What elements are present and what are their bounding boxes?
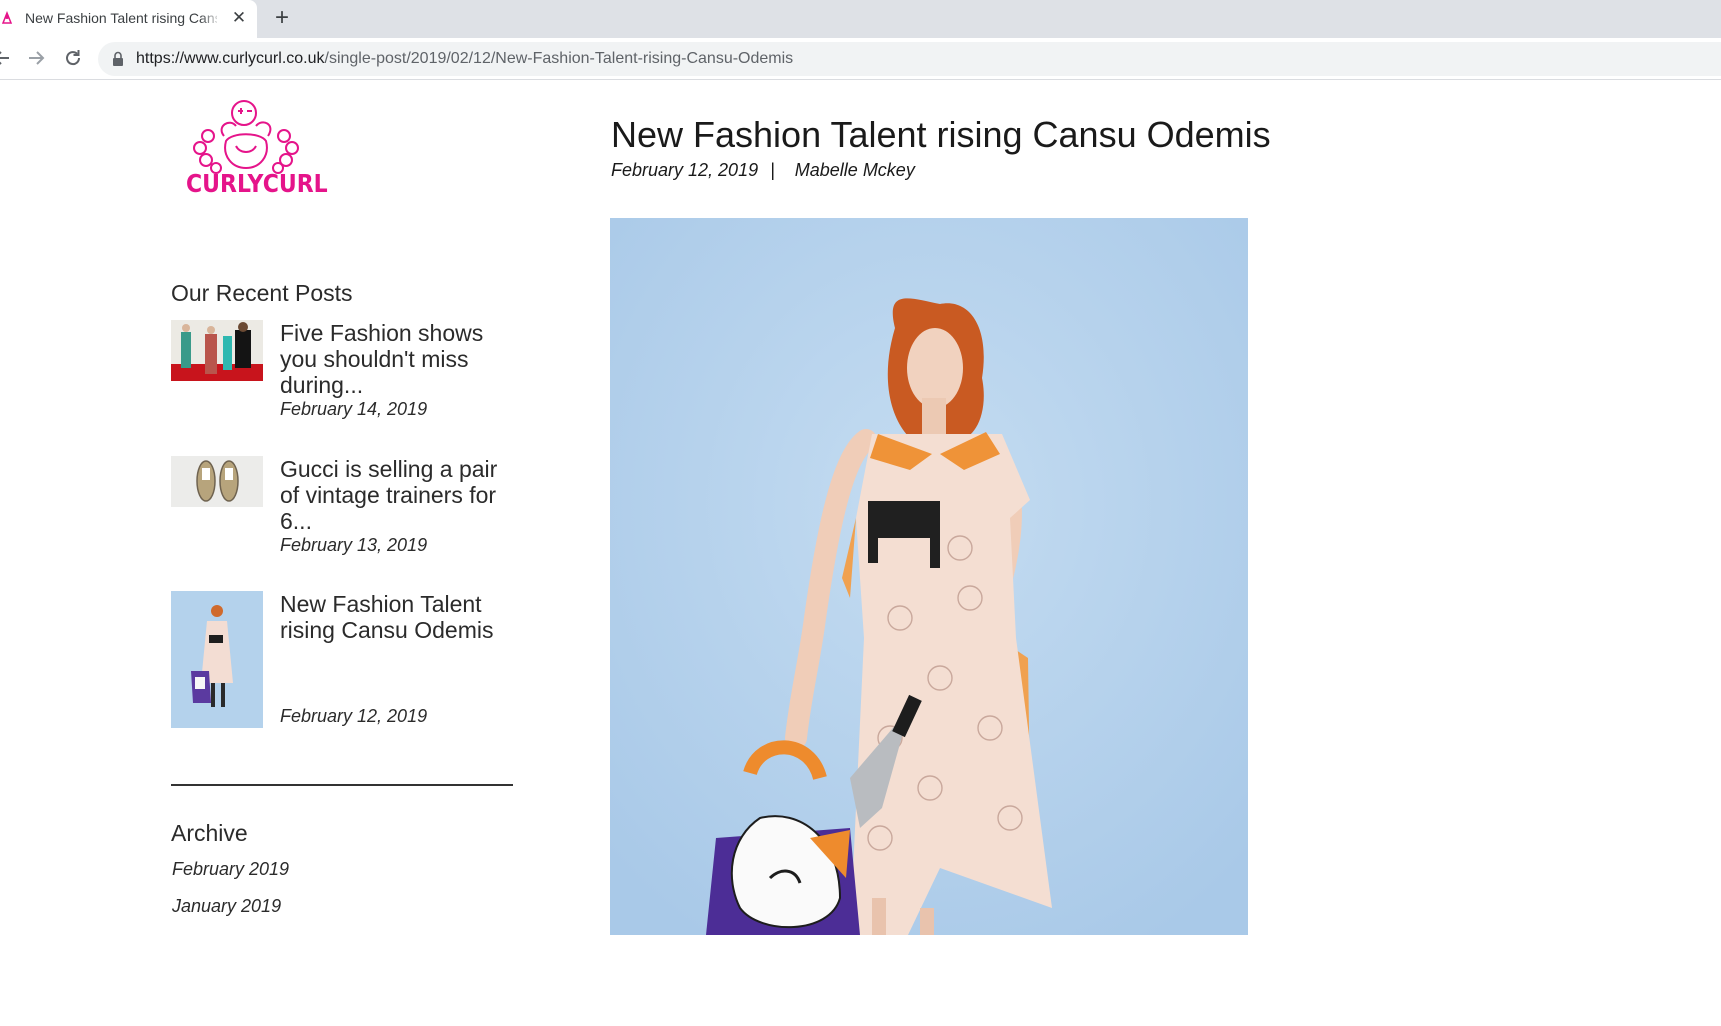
post-date: February 13, 2019 [280, 535, 428, 555]
meta-separator: | [770, 160, 775, 180]
post-title[interactable]: Five Fashion shows you shouldn't miss du… [280, 320, 516, 398]
archive-link-january-2019[interactable]: January 2019 [172, 896, 281, 917]
recent-post-item[interactable]: Gucci is selling a pair of vintage train… [171, 456, 516, 556]
recent-post-item[interactable]: New Fashion Talent rising Cansu Odemis F… [171, 591, 516, 731]
reload-icon[interactable] [63, 47, 83, 69]
sidebar-divider [171, 784, 513, 786]
post-title[interactable]: New Fashion Talent rising Cansu Odemis [280, 591, 516, 643]
back-arrow-icon[interactable] [0, 47, 12, 69]
article-meta: February 12, 2019 | Mabelle Mckey [611, 160, 915, 181]
browser-tabstrip: New Fashion Talent rising Cansu Odemis ✕… [0, 0, 1721, 38]
browser-tab-active[interactable]: New Fashion Talent rising Cansu Odemis ✕ [0, 0, 257, 38]
url-host: https://www.curlycurl.co.uk [136, 50, 325, 67]
tab-title: New Fashion Talent rising Cansu Odemis [25, 10, 217, 26]
recent-posts-heading: Our Recent Posts [171, 280, 353, 306]
post-title[interactable]: Gucci is selling a pair of vintage train… [280, 456, 516, 534]
address-bar[interactable]: https://www.curlycurl.co.uk/single-post/… [98, 42, 1721, 76]
favicon-icon [1, 11, 13, 24]
url-path: /single-post/2019/02/12/New-Fashion-Tale… [324, 50, 794, 67]
article-date: February 12, 2019 [611, 160, 759, 180]
close-tab-icon[interactable]: ✕ [229, 7, 249, 29]
recent-post-item[interactable]: Five Fashion shows you shouldn't miss du… [171, 320, 516, 420]
post-thumbnail-cansu-odemis[interactable] [171, 591, 263, 728]
article-hero-image [610, 218, 1248, 935]
article-title: New Fashion Talent rising Cansu Odemis [611, 114, 1271, 155]
browser-toolbar: https://www.curlycurl.co.uk/single-post/… [0, 38, 1721, 80]
article-author[interactable]: Mabelle Mckey [795, 160, 915, 180]
forward-arrow-icon[interactable] [26, 47, 46, 69]
logo-mascot-icon [193, 100, 299, 174]
fashion-model-illustration [610, 218, 1248, 935]
tab-title-fade [200, 6, 222, 30]
post-thumbnail-trainers[interactable] [171, 456, 263, 507]
logo-wordmark: CURLYCURL [186, 170, 328, 199]
lock-icon[interactable] [112, 51, 124, 66]
new-tab-button[interactable]: + [270, 5, 294, 31]
post-date: February 12, 2019 [280, 706, 428, 726]
archive-heading: Archive [171, 820, 248, 846]
site-logo[interactable]: CURLYCURL [186, 96, 328, 200]
post-date: February 14, 2019 [280, 399, 428, 419]
post-thumbnail-fashion-show[interactable] [171, 320, 263, 381]
url-text[interactable]: https://www.curlycurl.co.uk/single-post/… [136, 50, 793, 68]
archive-link-february-2019[interactable]: February 2019 [172, 859, 289, 880]
